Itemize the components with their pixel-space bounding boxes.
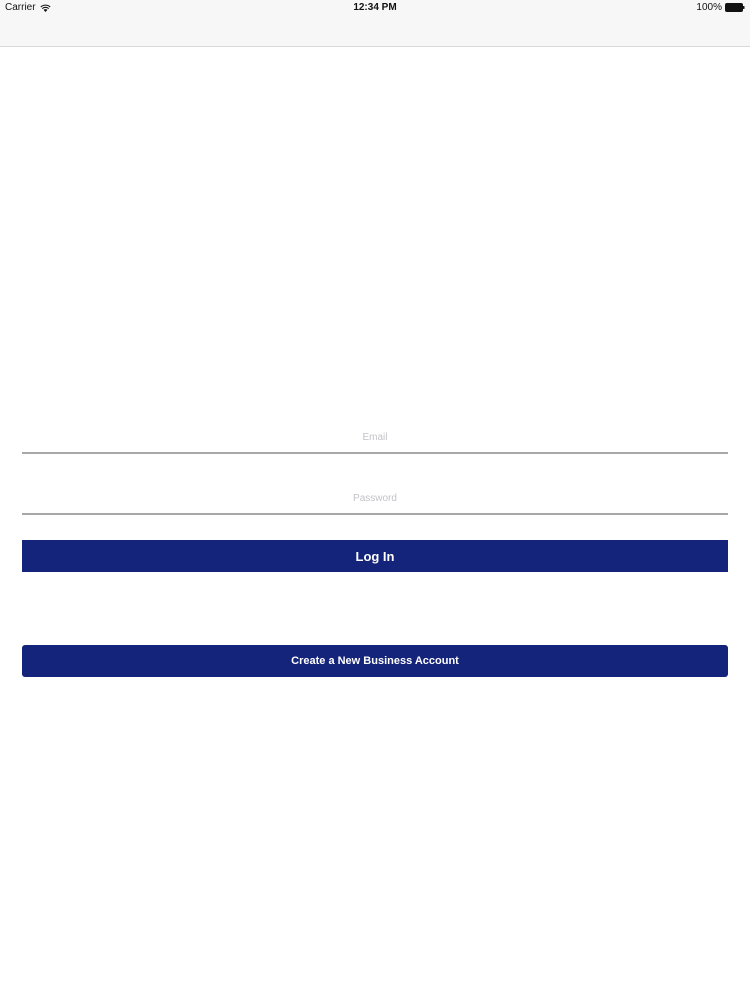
login-button[interactable]: Log In [22,540,728,572]
create-business-account-button[interactable]: Create a New Business Account [22,645,728,677]
status-time: 12:34 PM [353,2,397,13]
battery-icon [725,3,745,12]
email-field-container [22,422,728,454]
password-input[interactable] [22,483,728,513]
navigation-bar [0,16,750,47]
email-input[interactable] [22,422,728,452]
status-right: 100% [696,2,745,13]
status-bar: Carrier 12:34 PM 100% [0,0,750,16]
battery-percentage: 100% [696,2,722,13]
password-field-container [22,483,728,515]
